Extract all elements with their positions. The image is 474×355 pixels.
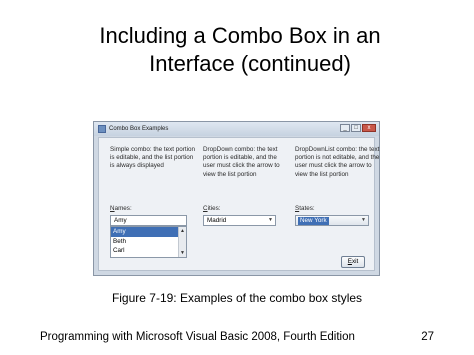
names-combo-text[interactable]: Amy: [110, 215, 187, 226]
names-label: Names:: [110, 205, 132, 212]
exit-button[interactable]: Exit: [341, 256, 365, 268]
slide-title-line2: Interface (continued): [149, 51, 351, 76]
combo-box-examples-window: Combo Box Examples _ □ x Simple combo: t…: [93, 121, 380, 276]
app-icon: [98, 125, 106, 133]
dropdown-combo-description: DropDown combo: the text portion is edit…: [203, 146, 280, 178]
states-combo[interactable]: New York ▼: [295, 215, 369, 226]
dropdownlist-combo-description: DropDownList combo: the text portion is …: [295, 146, 380, 178]
simple-combo-description: Simple combo: the text portion is editab…: [110, 146, 196, 170]
cities-combo[interactable]: Madrid ▼: [203, 215, 276, 226]
maximize-button[interactable]: □: [351, 124, 361, 132]
figure-caption: Figure 7-19: Examples of the combo box s…: [111, 291, 363, 305]
close-button[interactable]: x: [362, 124, 376, 132]
page-number: 27: [421, 331, 434, 343]
slide-title: Including a Combo Box in an Interface (c…: [60, 22, 420, 78]
list-scrollbar[interactable]: ▲ ▼: [178, 227, 186, 257]
scroll-up-icon[interactable]: ▲: [180, 228, 185, 234]
slide-title-line1: Including a Combo Box in an: [99, 23, 381, 48]
cities-label: Cities:: [203, 205, 221, 212]
states-combo-value: New York: [298, 217, 329, 225]
dropdown-arrow-icon[interactable]: ▼: [268, 216, 273, 225]
cities-combo-value: Madrid: [207, 217, 227, 224]
window-controls: _ □ x: [340, 124, 376, 132]
minimize-button[interactable]: _: [340, 124, 350, 132]
footer-book-title: Programming with Microsoft Visual Basic …: [40, 331, 355, 343]
form-client-area: Simple combo: the text portion is editab…: [98, 137, 379, 271]
window-title: Combo Box Examples: [109, 126, 169, 132]
list-item[interactable]: Carl: [111, 246, 178, 256]
dropdown-arrow-icon[interactable]: ▼: [361, 216, 366, 225]
scroll-down-icon[interactable]: ▼: [180, 250, 185, 256]
names-combo-list[interactable]: Amy Beth Carl ▲ ▼: [110, 226, 187, 258]
list-item[interactable]: Beth: [111, 237, 178, 247]
states-label: States:: [295, 205, 315, 212]
list-item[interactable]: Amy: [111, 227, 178, 237]
window-titlebar[interactable]: Combo Box Examples _ □ x: [94, 122, 379, 136]
